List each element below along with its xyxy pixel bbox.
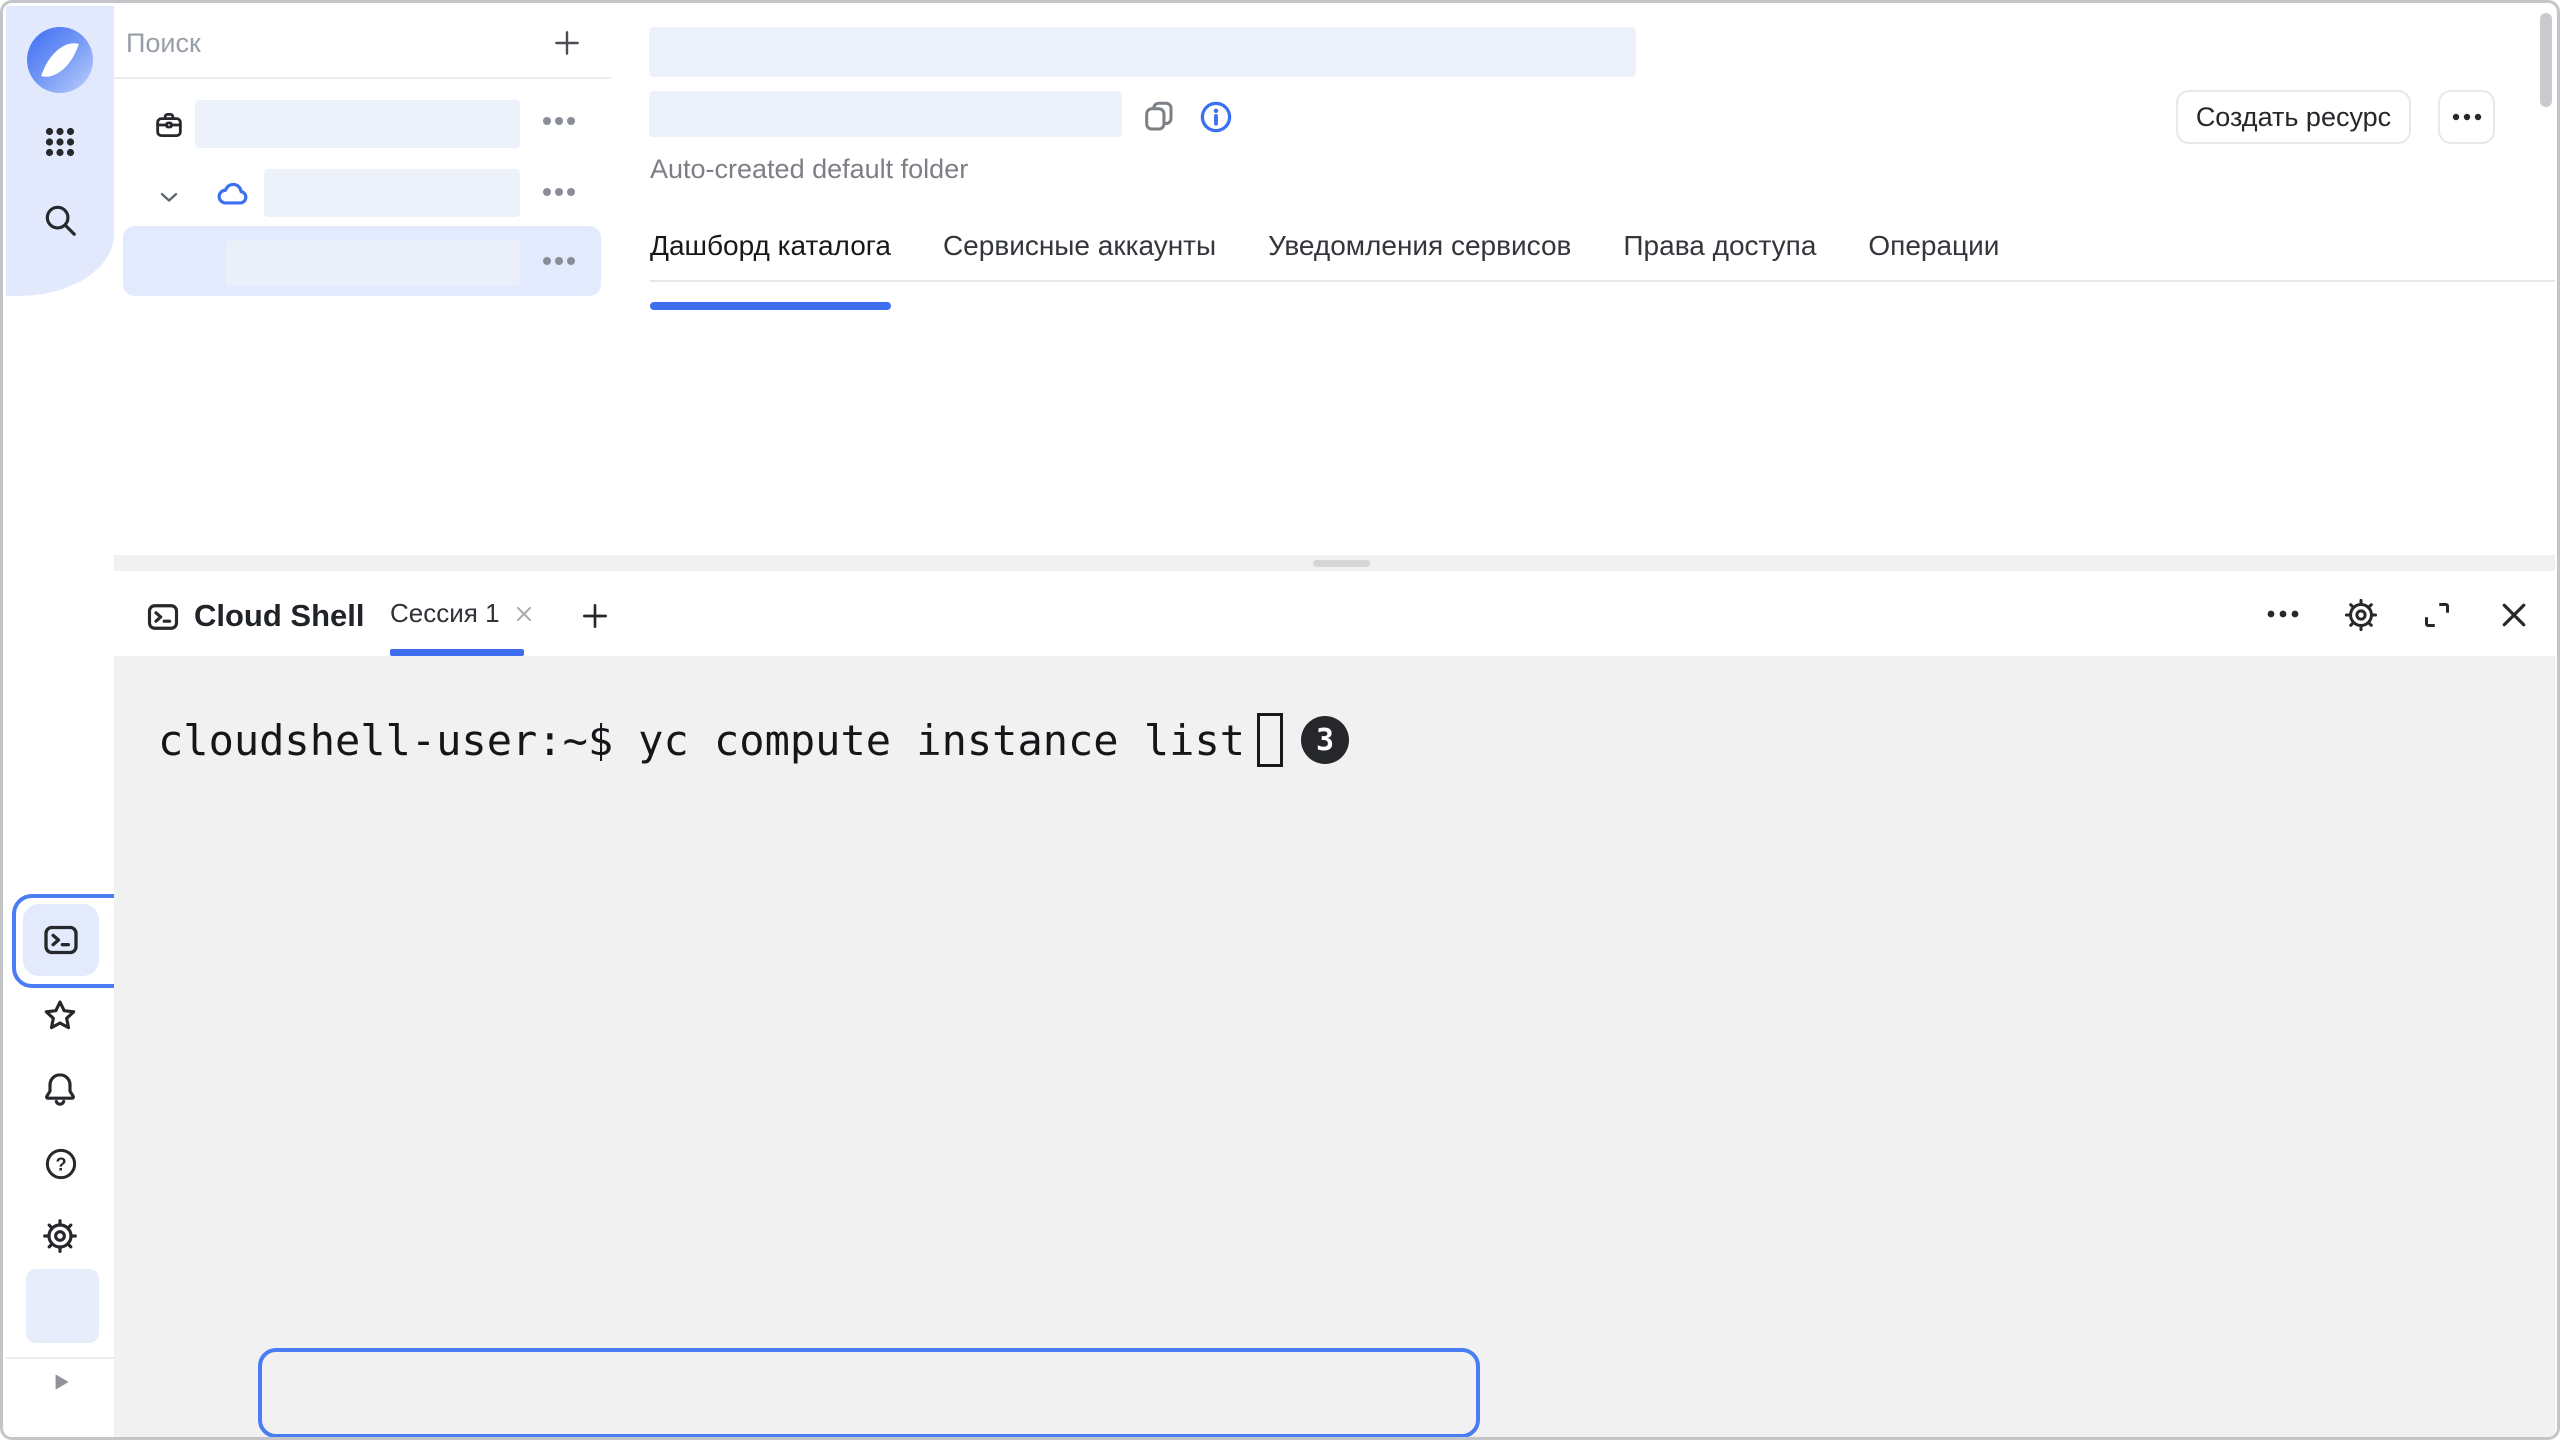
skeleton-cloud-name — [264, 169, 520, 217]
row-menu-icon[interactable] — [542, 255, 576, 267]
new-session-plus-icon[interactable] — [579, 600, 611, 632]
terminal-prompt: cloudshell-user:~$ — [158, 716, 613, 765]
annotation-step3-box — [258, 1348, 1480, 1438]
folder-overview-panel: Auto-created default folder Дашборд ката… — [612, 6, 2555, 555]
collapse-rail-icon[interactable] — [48, 1369, 74, 1395]
terminal-command: yc compute instance list — [638, 716, 1245, 765]
cloud-shell-terminal-icon — [145, 599, 181, 635]
shell-expand-icon[interactable] — [2419, 597, 2455, 633]
tab-service-notifications[interactable]: Уведомления сервисов — [1268, 230, 1571, 280]
tab-access-rights[interactable]: Права доступа — [1623, 230, 1816, 280]
apps-grid-icon[interactable] — [40, 122, 80, 162]
step3-number: 3 — [1316, 723, 1334, 758]
page-scrollbar-thumb[interactable] — [2540, 13, 2552, 107]
rail-divider — [6, 1357, 114, 1359]
shell-close-icon[interactable] — [2496, 597, 2532, 633]
session-tab[interactable]: Сессия 1 — [390, 571, 536, 656]
cloud-icon — [214, 176, 252, 214]
copy-id-icon[interactable] — [1141, 98, 1177, 134]
settings-gear-icon[interactable] — [40, 1216, 80, 1256]
tree-search-row — [114, 6, 612, 79]
folder-tabs: Дашборд каталога Сервисные аккаунты Увед… — [650, 230, 2555, 282]
panel-resize-divider[interactable] — [114, 555, 2555, 571]
info-icon[interactable] — [1197, 98, 1235, 136]
cloud-shell-header: Cloud Shell Сессия 1 — [114, 571, 2555, 656]
help-icon[interactable]: ? — [41, 1144, 81, 1184]
add-resource-plus-icon[interactable] — [551, 27, 583, 59]
tab-dashboard[interactable]: Дашборд каталога — [650, 230, 891, 280]
chevron-down-icon[interactable] — [155, 183, 183, 211]
folder-more-actions-button[interactable] — [2438, 90, 2495, 144]
search-icon[interactable] — [40, 200, 80, 240]
tab-operations[interactable]: Операции — [1868, 230, 1999, 280]
terminal-area[interactable]: cloudshell-user:~$ yc compute instance l… — [114, 656, 2555, 1439]
skeleton-org-name — [195, 100, 520, 148]
row-menu-icon[interactable] — [542, 186, 576, 198]
left-rail: 2 ? — [6, 6, 115, 1440]
annotation-step3-badge: 3 — [1301, 716, 1349, 764]
folder-subtitle: Auto-created default folder — [650, 154, 968, 185]
logo-leaf-shape — [41, 36, 79, 84]
shell-menu-icon[interactable] — [2265, 608, 2301, 620]
resource-tree-panel — [114, 6, 614, 555]
cloud-shell-toggle-button[interactable] — [23, 904, 99, 976]
tree-row-folder-selected[interactable] — [123, 226, 601, 296]
svg-text:?: ? — [55, 1154, 66, 1174]
tree-search-input[interactable] — [124, 22, 458, 64]
cloud-shell-title: Cloud Shell — [194, 598, 365, 634]
account-avatar-skeleton[interactable] — [26, 1269, 99, 1343]
session-close-icon[interactable] — [512, 602, 536, 626]
skeleton-folder-title — [649, 91, 1122, 137]
notifications-bell-icon[interactable] — [40, 1069, 80, 1109]
shell-settings-gear-icon[interactable] — [2342, 596, 2380, 634]
terminal-command-line[interactable]: cloudshell-user:~$ yc compute instance l… — [158, 695, 1349, 785]
terminal-cursor — [1257, 713, 1283, 767]
briefcase-icon — [152, 108, 186, 142]
tab-service-accounts[interactable]: Сервисные аккаунты — [943, 230, 1216, 280]
session-tab-label: Сессия 1 — [390, 598, 500, 629]
create-resource-button[interactable]: Создать ресурс — [2176, 90, 2411, 144]
yandex-cloud-logo[interactable] — [27, 27, 93, 93]
skeleton-folder-name — [226, 240, 520, 286]
resize-handle[interactable] — [1313, 560, 1370, 567]
row-menu-icon[interactable] — [542, 115, 576, 127]
console-window: 2 ? — [0, 0, 2560, 1440]
skeleton-breadcrumb — [649, 27, 1636, 77]
favorites-star-icon[interactable] — [40, 996, 80, 1036]
